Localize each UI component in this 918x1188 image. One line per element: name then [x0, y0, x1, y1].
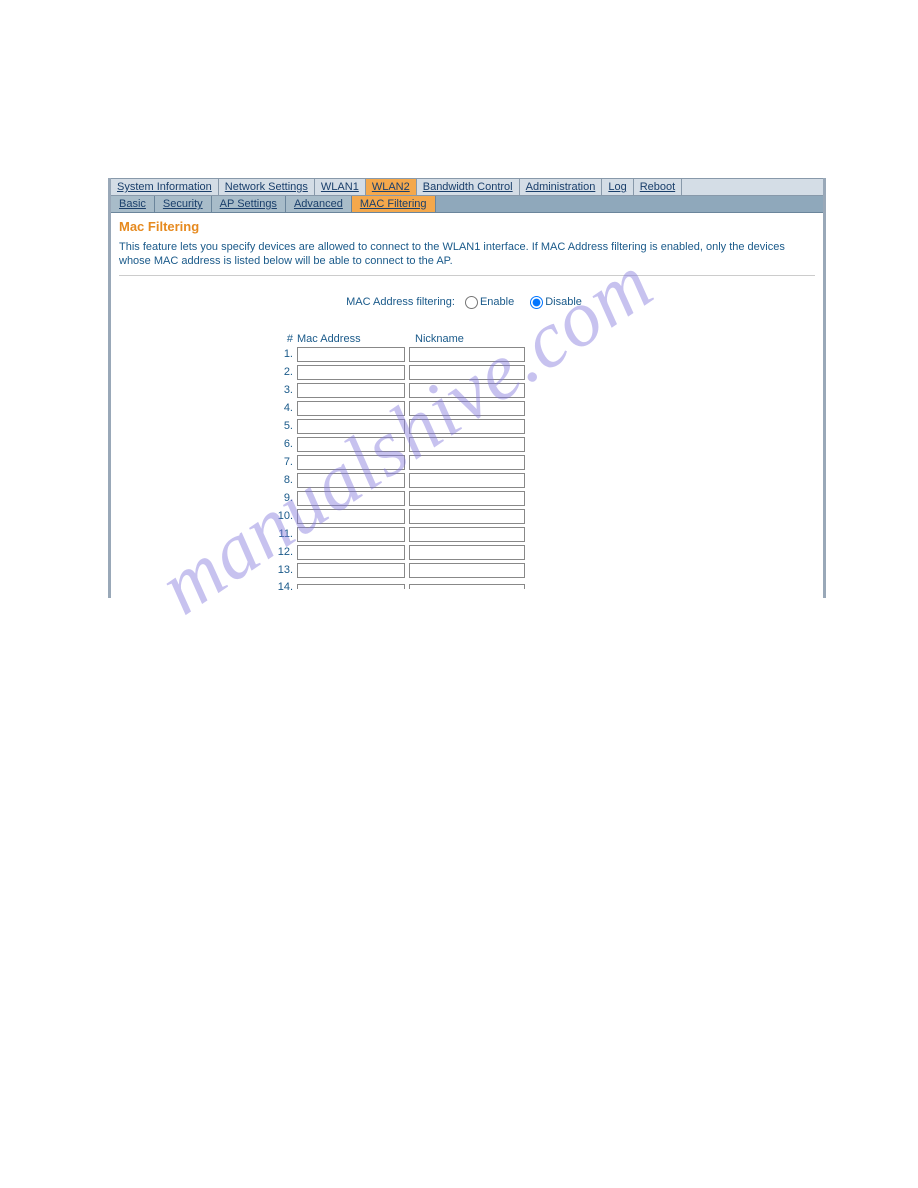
row-number: 14. [277, 581, 293, 593]
mac-address-input[interactable] [297, 584, 405, 589]
row-number: 7. [277, 456, 293, 468]
disable-label[interactable]: Disable [545, 296, 582, 308]
mac-address-input[interactable] [297, 545, 405, 560]
table-row: 11. [277, 527, 815, 542]
row-number: 12. [277, 546, 293, 558]
content-area: Mac Filtering This feature lets you spec… [111, 213, 823, 598]
mac-address-input[interactable] [297, 401, 405, 416]
enable-label[interactable]: Enable [480, 296, 514, 308]
main-tab[interactable]: WLAN1 [315, 179, 366, 195]
table-row: 7. [277, 455, 815, 470]
header-mac: Mac Address [297, 333, 409, 345]
mac-address-input[interactable] [297, 473, 405, 488]
nickname-input[interactable] [409, 563, 525, 578]
table-row: 12. [277, 545, 815, 560]
main-tab[interactable]: Network Settings [219, 179, 315, 195]
enable-radio[interactable] [465, 296, 478, 309]
nickname-input[interactable] [409, 455, 525, 470]
row-number: 10. [277, 510, 293, 522]
table-row: 10. [277, 509, 815, 524]
row-number: 8. [277, 474, 293, 486]
page-description: This feature lets you specify devices ar… [119, 240, 815, 269]
sub-tab-bar: BasicSecurityAP SettingsAdvancedMAC Filt… [111, 196, 823, 213]
mac-address-input[interactable] [297, 365, 405, 380]
page-title: Mac Filtering [119, 219, 815, 234]
table-row: 2. [277, 365, 815, 380]
mac-address-table: # Mac Address Nickname 1. 2. 3. 4. 5. 6. 7. 8. 9… [277, 333, 815, 593]
nickname-input[interactable] [409, 473, 525, 488]
mac-address-input[interactable] [297, 509, 405, 524]
mac-filter-toggle-row: MAC Address filtering: Enable Disable [119, 296, 815, 309]
row-number: 6. [277, 438, 293, 450]
nickname-input[interactable] [409, 527, 525, 542]
main-tab-bar: System InformationNetwork SettingsWLAN1W… [111, 178, 823, 196]
sub-tab[interactable]: Basic [111, 196, 155, 212]
nickname-input[interactable] [409, 401, 525, 416]
header-nickname: Nickname [415, 333, 464, 345]
mac-address-input[interactable] [297, 527, 405, 542]
nickname-input[interactable] [409, 347, 525, 362]
mac-address-input[interactable] [297, 563, 405, 578]
mac-address-input[interactable] [297, 491, 405, 506]
row-number: 11. [277, 528, 293, 540]
mac-address-input[interactable] [297, 347, 405, 362]
nickname-input[interactable] [409, 584, 525, 589]
nickname-input[interactable] [409, 491, 525, 506]
main-tab[interactable]: System Information [111, 179, 219, 195]
nickname-input[interactable] [409, 365, 525, 380]
main-tab[interactable]: Bandwidth Control [417, 179, 520, 195]
row-number: 3. [277, 384, 293, 396]
table-row: 6. [277, 437, 815, 452]
row-number: 5. [277, 420, 293, 432]
mac-address-input[interactable] [297, 455, 405, 470]
mac-address-input[interactable] [297, 383, 405, 398]
table-row: 3. [277, 383, 815, 398]
sub-tab[interactable]: MAC Filtering [352, 196, 436, 212]
row-number: 13. [277, 564, 293, 576]
table-row: 8. [277, 473, 815, 488]
router-admin-panel: System InformationNetwork SettingsWLAN1W… [108, 178, 826, 598]
table-row: 13. [277, 563, 815, 578]
row-number: 9. [277, 492, 293, 504]
row-number: 4. [277, 402, 293, 414]
main-tab[interactable]: WLAN2 [366, 179, 417, 195]
row-number: 1. [277, 348, 293, 360]
nickname-input[interactable] [409, 383, 525, 398]
table-row: 1. [277, 347, 815, 362]
main-tab[interactable]: Log [602, 179, 633, 195]
row-number: 2. [277, 366, 293, 378]
mac-address-input[interactable] [297, 437, 405, 452]
table-row: 5. [277, 419, 815, 434]
divider [119, 275, 815, 276]
table-header-row: # Mac Address Nickname [277, 333, 815, 345]
nickname-input[interactable] [409, 509, 525, 524]
nickname-input[interactable] [409, 545, 525, 560]
filter-label: MAC Address filtering: [346, 296, 455, 308]
nickname-input[interactable] [409, 419, 525, 434]
header-num: # [277, 333, 293, 345]
table-row: 14. [277, 581, 815, 593]
sub-tab[interactable]: Security [155, 196, 212, 212]
sub-tab[interactable]: AP Settings [212, 196, 286, 212]
table-row: 9. [277, 491, 815, 506]
sub-tab[interactable]: Advanced [286, 196, 352, 212]
main-tab[interactable]: Administration [520, 179, 603, 195]
mac-address-input[interactable] [297, 419, 405, 434]
nickname-input[interactable] [409, 437, 525, 452]
main-tab[interactable]: Reboot [634, 179, 682, 195]
disable-radio[interactable] [530, 296, 543, 309]
table-row: 4. [277, 401, 815, 416]
